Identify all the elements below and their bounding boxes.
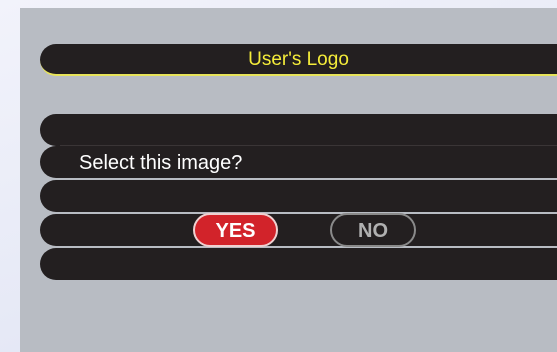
- yes-button[interactable]: YES: [193, 213, 278, 247]
- dialog-title: User's Logo: [248, 49, 349, 70]
- divider: [60, 145, 557, 146]
- prompt-text: Select this image?: [79, 152, 243, 174]
- menu-stripe: [40, 114, 557, 146]
- menu-stripe: [40, 248, 557, 280]
- screen: User's Logo Select this image? YES NO: [0, 0, 557, 352]
- menu-stripe: [40, 180, 557, 212]
- menu-stripe: [40, 214, 557, 246]
- no-button[interactable]: NO: [330, 213, 416, 247]
